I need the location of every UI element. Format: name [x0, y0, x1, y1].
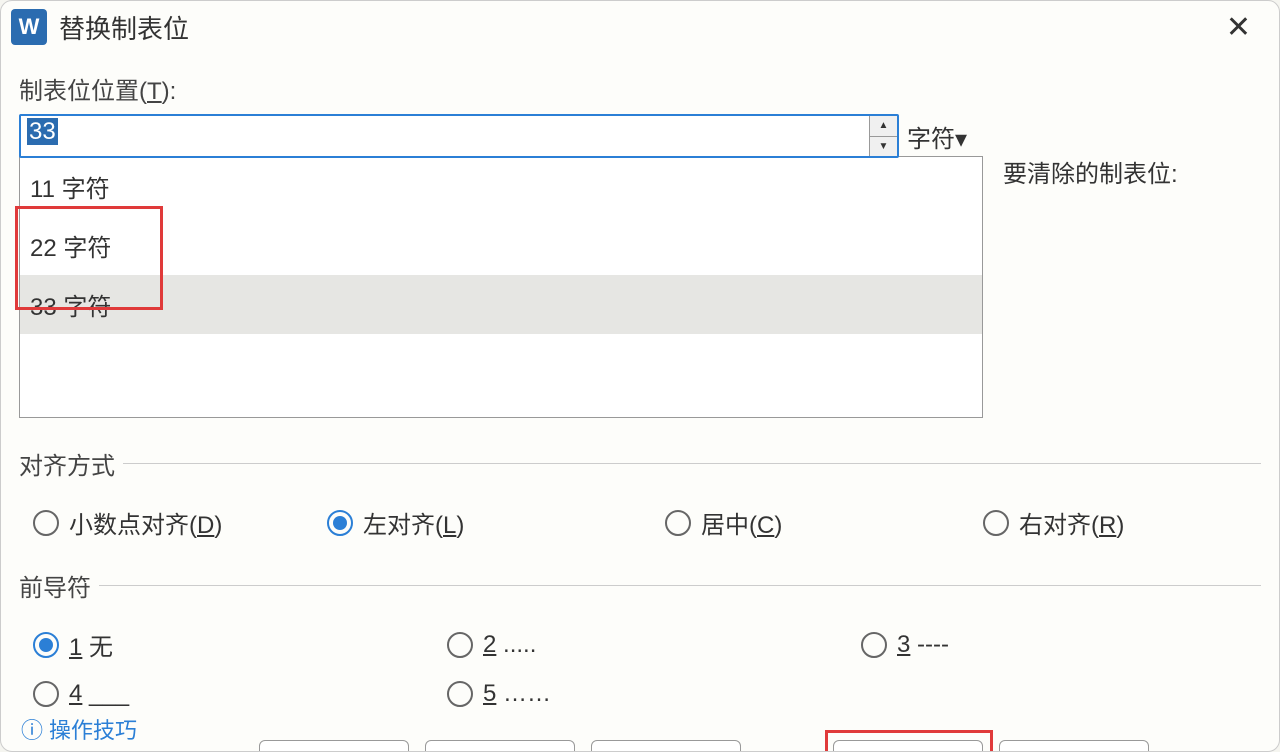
- list-item[interactable]: 11 字符: [20, 157, 982, 216]
- alignment-radio[interactable]: 居中(C): [665, 505, 983, 540]
- radio-icon: [447, 632, 473, 658]
- button-row: 设置(S) 清除(E) 全部清除(A) 确定 取消: [19, 740, 1261, 752]
- annotation-highlight: [15, 206, 163, 310]
- radio-label: 1 无: [69, 627, 113, 662]
- alignment-legend: 对齐方式: [19, 446, 115, 481]
- radio-icon: [861, 632, 887, 658]
- radio-icon: [33, 510, 59, 536]
- divider: [99, 585, 1261, 586]
- radio-label: 居中(C): [701, 505, 782, 540]
- alignment-fieldset: 对齐方式 小数点对齐(D) 左对齐(L) 居中(C) 右对齐(R): [19, 446, 1261, 540]
- annotation-highlight: [825, 730, 993, 752]
- label-hotkey: T: [147, 78, 162, 105]
- dialog-content: 制表位位置(T): 33 ▲ ▼ 字符▾ 11 字符22 字符33 字符: [1, 53, 1279, 752]
- leader-radio[interactable]: 4 ___: [33, 680, 447, 708]
- hint-icon: ⓘ: [21, 713, 43, 745]
- radio-icon: [983, 510, 1009, 536]
- spinner-up-icon[interactable]: ▲: [870, 116, 897, 137]
- leader-radio[interactable]: 5 ……: [447, 680, 861, 708]
- leader-radio[interactable]: 2 .....: [447, 627, 861, 662]
- leader-options-row2: 4 ___ 5 ……: [19, 680, 1261, 708]
- app-icon: W: [11, 9, 47, 45]
- to-clear-label: 要清除的制表位:: [1003, 154, 1178, 189]
- radio-label: 小数点对齐(D): [69, 505, 222, 540]
- spinner-down-icon[interactable]: ▼: [870, 137, 897, 157]
- alignment-radio[interactable]: 右对齐(R): [983, 505, 1124, 540]
- tab-position-row: 33 ▲ ▼ 字符▾: [19, 114, 983, 158]
- spinner-arrows: ▲ ▼: [869, 116, 897, 156]
- leader-options-row1: 1 无 2 ..... 3 ----: [19, 627, 1261, 662]
- label-text: ):: [162, 78, 177, 105]
- radio-label: 右对齐(R): [1019, 505, 1124, 540]
- alignment-radio[interactable]: 小数点对齐(D): [33, 505, 327, 540]
- radio-icon: [665, 510, 691, 536]
- tab-position-spinner[interactable]: 33 ▲ ▼: [19, 114, 899, 158]
- radio-label: 4 ___: [69, 680, 129, 708]
- radio-label: 3 ----: [897, 631, 949, 659]
- label-text: 制表位位置(: [19, 78, 147, 105]
- alignment-options: 小数点对齐(D) 左对齐(L) 居中(C) 右对齐(R): [19, 505, 1261, 540]
- tab-position-input[interactable]: 33: [21, 116, 869, 156]
- tab-list[interactable]: 11 字符22 字符33 字符: [19, 156, 983, 418]
- leader-radio[interactable]: 3 ----: [861, 627, 1275, 662]
- clear-button[interactable]: 清除(E): [425, 740, 575, 752]
- leader-radio[interactable]: 1 无: [33, 627, 447, 662]
- clear-all-button[interactable]: 全部清除(A): [591, 740, 741, 752]
- tab-stops-dialog: W 替换制表位 ✕ 制表位位置(T): 33 ▲ ▼ 字符▾: [0, 0, 1280, 752]
- tab-position-label: 制表位位置(T):: [19, 71, 1261, 106]
- cancel-button[interactable]: 取消: [999, 740, 1149, 752]
- list-item[interactable]: 22 字符: [20, 216, 982, 275]
- set-button[interactable]: 设置(S): [259, 740, 409, 752]
- radio-label: 2 .....: [483, 631, 536, 659]
- dialog-title: 替换制表位: [59, 9, 1218, 46]
- hint-text: 操作技巧: [49, 713, 137, 745]
- close-icon[interactable]: ✕: [1218, 10, 1259, 45]
- radio-icon: [327, 510, 353, 536]
- radio-label: 5 ……: [483, 680, 551, 708]
- leader-legend: 前导符: [19, 568, 91, 603]
- divider: [123, 463, 1261, 464]
- operation-hint[interactable]: ⓘ 操作技巧: [21, 713, 137, 745]
- leader-fieldset: 前导符 1 无 2 ..... 3 ---- 4 ___ 5 ……: [19, 568, 1261, 708]
- alignment-radio[interactable]: 左对齐(L): [327, 505, 665, 540]
- unit-dropdown[interactable]: 字符▾: [907, 119, 967, 154]
- radio-icon: [33, 632, 59, 658]
- list-item[interactable]: 33 字符: [20, 275, 982, 334]
- titlebar: W 替换制表位 ✕: [1, 1, 1279, 53]
- radio-label: 左对齐(L): [363, 505, 464, 540]
- radio-icon: [447, 681, 473, 707]
- radio-icon: [33, 681, 59, 707]
